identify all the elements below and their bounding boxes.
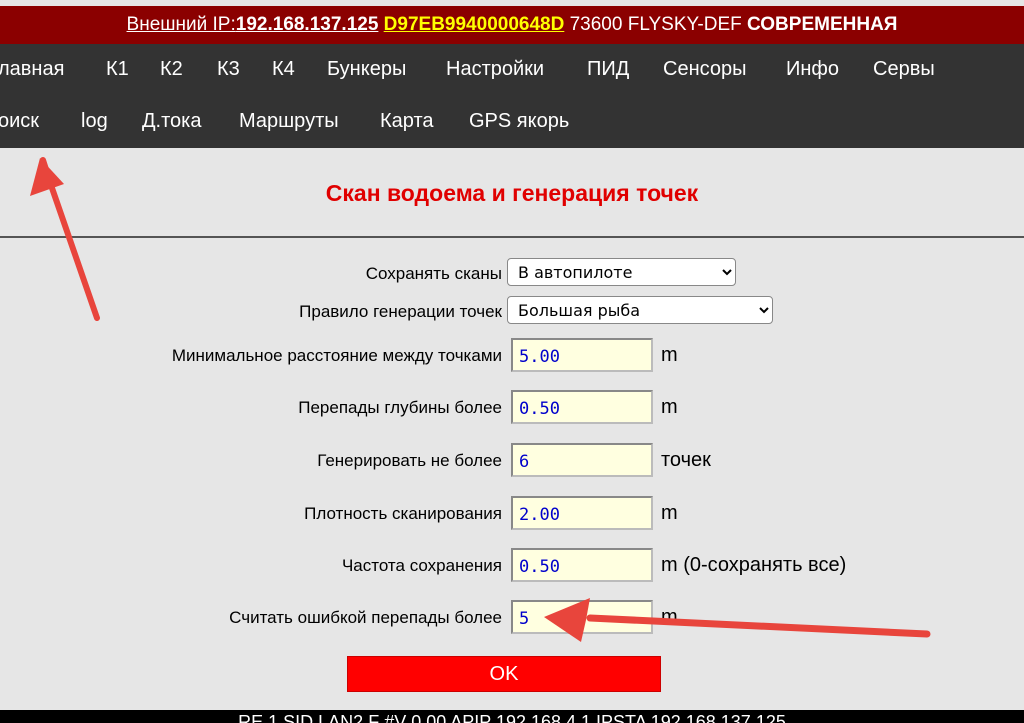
save-freq-unit: m (0-сохранять все)	[661, 554, 847, 576]
nav-row-1: лавная К1 К2 К3 К4 Бункеры Настройки ПИД…	[0, 44, 1024, 96]
nav-item-current[interactable]: Д.тока	[142, 110, 201, 133]
nav-row-2: оиск log Д.тока Маршруты Карта GPS якорь	[0, 96, 1024, 148]
nav-item-k3[interactable]: К3	[217, 58, 240, 81]
save-freq-input[interactable]	[511, 548, 653, 582]
ip-value[interactable]: 192.168.137.125	[236, 14, 379, 36]
nav-item-info[interactable]: Инфо	[786, 58, 839, 81]
error-diff-label: Считать ошибкой перепады более	[229, 608, 502, 627]
device-code: 73600 FLYSKY-DEF	[569, 14, 742, 35]
nav-item-routes[interactable]: Маршруты	[239, 110, 339, 133]
nav-item-home[interactable]: лавная	[0, 58, 64, 81]
nav-item-sensors[interactable]: Сенсоры	[663, 58, 746, 81]
footer-status: RE 1 SID LAN2 F #V 0.00 APIP 192.168.4.1…	[238, 712, 786, 723]
scan-density-input[interactable]	[511, 496, 653, 530]
gen-max-unit: точек	[661, 449, 711, 471]
nav-item-k1[interactable]: К1	[106, 58, 129, 81]
error-diff-input[interactable]	[511, 600, 653, 634]
depth-diff-input[interactable]	[511, 390, 653, 424]
gen-rule-label: Правило генерации точек	[299, 302, 502, 321]
min-dist-unit: m	[661, 344, 678, 366]
ip-label: Внешний IP:	[126, 14, 236, 35]
mode-label: СОВРЕМЕННАЯ	[747, 14, 898, 35]
nav-item-k2[interactable]: К2	[160, 58, 183, 81]
nav-item-settings[interactable]: Настройки	[446, 58, 544, 81]
nav-item-search[interactable]: оиск	[0, 110, 39, 133]
gen-max-label: Генерировать не более	[317, 451, 502, 470]
device-id-link[interactable]: D97EB9940000648D	[384, 14, 565, 36]
nav-item-log[interactable]: log	[81, 110, 108, 133]
save-scans-label: Сохранять сканы	[365, 264, 502, 283]
nav-item-servos[interactable]: Сервы	[873, 58, 935, 81]
page-title: Скан водоема и генерация точек	[325, 180, 699, 206]
gen-rule-select[interactable]: Большая рыба	[507, 296, 773, 324]
save-freq-label: Частота сохранения	[341, 556, 502, 575]
gen-max-input[interactable]	[511, 443, 653, 477]
divider	[0, 236, 1024, 238]
ok-button[interactable]: OK	[347, 656, 661, 692]
main-nav: лавная К1 К2 К3 К4 Бункеры Настройки ПИД…	[0, 44, 1024, 148]
min-dist-label: Минимальное расстояние между точками	[171, 346, 502, 365]
save-scans-select[interactable]: В автопилоте	[507, 258, 736, 286]
nav-item-pid[interactable]: ПИД	[587, 58, 629, 81]
error-diff-unit: m	[661, 606, 678, 628]
depth-diff-unit: m	[661, 396, 678, 418]
header-bar: Внешний IP: 192.168.137.125 D97EB99400006…	[0, 6, 1024, 44]
nav-item-map[interactable]: Карта	[380, 110, 434, 133]
nav-item-k4[interactable]: К4	[272, 58, 295, 81]
min-dist-input[interactable]	[511, 338, 653, 372]
nav-item-bunkers[interactable]: Бункеры	[327, 58, 406, 81]
footer-bar: RE 1 SID LAN2 F #V 0.00 APIP 192.168.4.1…	[0, 710, 1024, 723]
scan-density-label: Плотность сканирования	[304, 504, 502, 523]
scan-density-unit: m	[661, 502, 678, 524]
depth-diff-label: Перепады глубины более	[298, 398, 502, 417]
nav-item-gps-anchor[interactable]: GPS якорь	[469, 110, 569, 133]
